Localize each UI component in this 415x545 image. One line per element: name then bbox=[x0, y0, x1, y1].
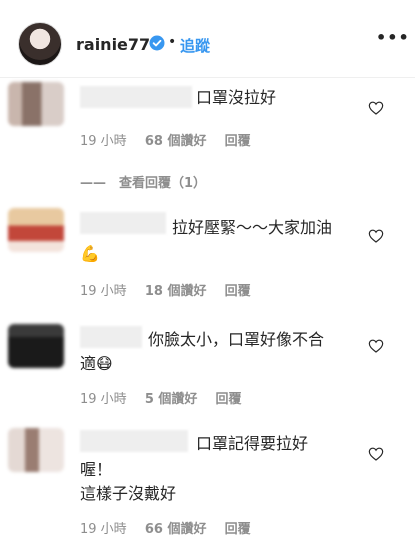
commenter-avatar[interactable] bbox=[8, 208, 64, 252]
heart-icon[interactable] bbox=[368, 100, 384, 116]
commenter-name[interactable] bbox=[80, 326, 142, 348]
username-link[interactable]: rainie77 bbox=[76, 35, 150, 54]
commenter-avatar[interactable] bbox=[8, 428, 64, 472]
post-header: rainie77 • 追蹤 ••• bbox=[0, 0, 415, 78]
comment-meta: 19 小時 66 個讚好 回覆 bbox=[80, 518, 265, 537]
commenter-avatar[interactable] bbox=[8, 82, 64, 126]
more-options-icon[interactable]: ••• bbox=[376, 28, 410, 47]
comment-meta: 19 小時 18 個讚好 回覆 bbox=[80, 280, 265, 299]
comment-item: 口罩記得要拉好 喔！ 這樣子沒戴好 19 小時 66 個讚好 回覆 bbox=[0, 424, 415, 545]
comment-text: 口罩記得要拉好 bbox=[196, 434, 309, 453]
comment-likes[interactable]: 5 個讚好 bbox=[145, 392, 198, 407]
comment-time[interactable]: 19 小時 bbox=[80, 392, 127, 407]
comment-meta: 19 小時 68 個讚好 回覆 bbox=[80, 130, 265, 149]
reply-button[interactable]: 回覆 bbox=[225, 522, 251, 537]
comment-item: 口罩沒拉好 19 小時 68 個讚好 回覆 —— 查看回覆（1） bbox=[0, 78, 415, 191]
comment-likes[interactable]: 66 個讚好 bbox=[145, 522, 207, 537]
comment-item: 拉好壓緊～～大家加油 💪 19 小時 18 個讚好 回覆 bbox=[0, 206, 415, 302]
commenter-name[interactable] bbox=[80, 86, 192, 108]
comment-meta: 19 小時 5 個讚好 回覆 bbox=[80, 388, 256, 407]
comment-likes[interactable]: 18 個讚好 bbox=[145, 284, 207, 299]
commenter-name[interactable] bbox=[80, 430, 188, 452]
reply-button[interactable]: 回覆 bbox=[225, 134, 251, 149]
comment-time[interactable]: 19 小時 bbox=[80, 134, 127, 149]
comment-text: 口罩沒拉好 bbox=[196, 88, 277, 107]
comment-text-line: 適😷 bbox=[80, 354, 113, 373]
comment-text-line: 喔！ bbox=[80, 460, 113, 479]
comment-likes[interactable]: 68 個讚好 bbox=[145, 134, 207, 149]
comment-time[interactable]: 19 小時 bbox=[80, 284, 127, 299]
comment-time[interactable]: 19 小時 bbox=[80, 522, 127, 537]
separator-dot: • bbox=[168, 34, 177, 50]
reply-button[interactable]: 回覆 bbox=[216, 392, 242, 407]
heart-icon[interactable] bbox=[368, 228, 384, 244]
heart-icon[interactable] bbox=[368, 338, 384, 354]
commenter-avatar[interactable] bbox=[8, 324, 64, 368]
follow-button[interactable]: 追蹤 bbox=[180, 35, 210, 56]
commenter-name[interactable] bbox=[80, 212, 166, 234]
profile-avatar[interactable] bbox=[18, 22, 62, 66]
comment-text: 你臉太小，口罩好像不合 bbox=[148, 330, 325, 349]
comment-item: 你臉太小，口罩好像不合 適😷 19 小時 5 個讚好 回覆 bbox=[0, 318, 415, 414]
comment-text-line: 💪 bbox=[80, 244, 100, 263]
verified-badge-icon bbox=[149, 35, 165, 51]
comment-text-line: 這樣子沒戴好 bbox=[80, 484, 177, 503]
reply-button[interactable]: 回覆 bbox=[225, 284, 251, 299]
heart-icon[interactable] bbox=[368, 446, 384, 462]
comment-text: 拉好壓緊～～大家加油 bbox=[172, 218, 333, 237]
view-replies-button[interactable]: —— 查看回覆（1） bbox=[80, 172, 206, 191]
